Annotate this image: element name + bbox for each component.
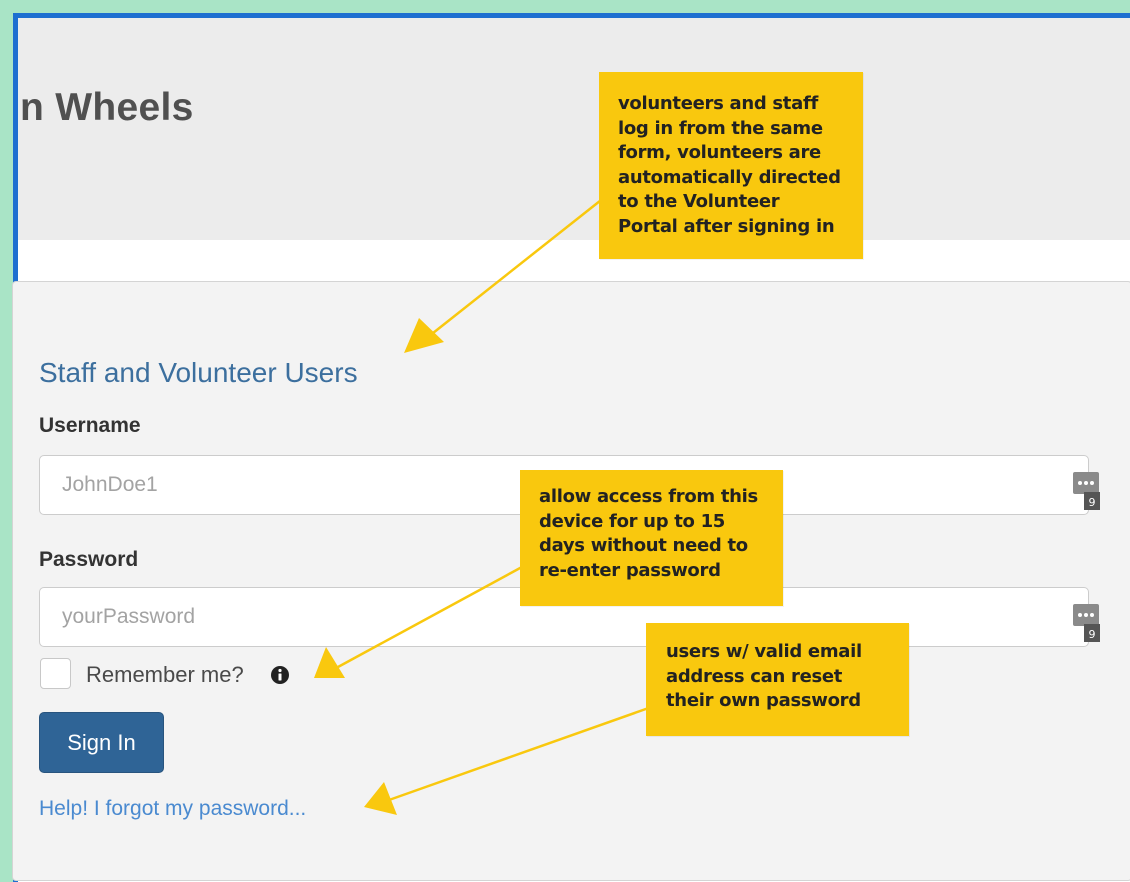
password-manager-icon[interactable]: 9 — [1072, 470, 1102, 512]
note-line: volunteers and staff — [618, 93, 819, 114]
note-line: to the Volunteer — [618, 191, 780, 212]
note-line: their own password — [666, 690, 861, 711]
note-line: Portal after signing in — [618, 215, 835, 237]
password-label: Password — [39, 548, 139, 571]
note-line: address can reset — [666, 665, 843, 687]
svg-text:9: 9 — [1089, 628, 1096, 641]
username-label: Username — [39, 414, 141, 437]
annotation-note-login: volunteers and staff log in from the sam… — [599, 72, 863, 259]
annotation-note-remember: allow access from this device for up to … — [520, 470, 783, 606]
sign-in-button[interactable]: Sign In — [39, 712, 164, 773]
note-line: days without need to — [539, 535, 748, 556]
svg-text:9: 9 — [1089, 496, 1096, 509]
password-manager-icon[interactable]: 9 — [1072, 602, 1102, 644]
remember-me-checkbox[interactable] — [40, 658, 71, 689]
info-circle-icon[interactable] — [270, 665, 290, 685]
app-title: n Wheels — [20, 86, 194, 129]
note-line: form, volunteers are — [618, 142, 821, 163]
note-line: re-enter password — [539, 559, 721, 581]
annotation-note-reset: users w/ valid email address can reset t… — [646, 623, 909, 736]
remember-me-label[interactable]: Remember me? — [86, 662, 244, 688]
note-line: device for up to 15 — [539, 510, 726, 532]
note-line: allow access from this — [539, 486, 758, 507]
note-line: users w/ valid email — [666, 641, 862, 662]
note-line: automatically directed — [618, 166, 841, 188]
note-line: log in from the same — [618, 117, 823, 139]
login-form-title: Staff and Volunteer Users — [39, 357, 358, 388]
forgot-password-link[interactable]: Help! I forgot my password... — [39, 797, 306, 821]
page-header: n Wheels — [18, 18, 1130, 240]
